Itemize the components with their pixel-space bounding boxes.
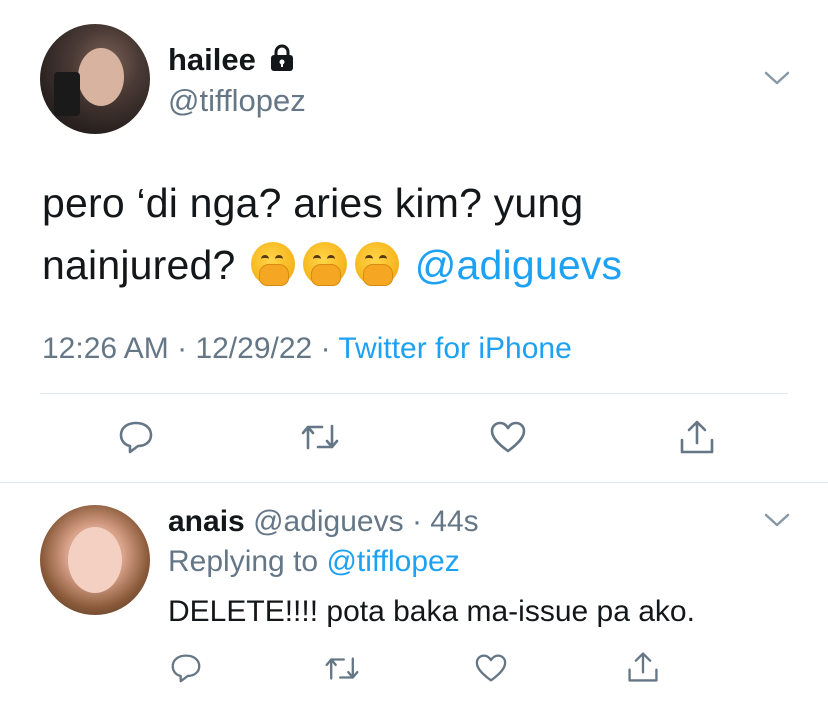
replying-to-link[interactable]: @tifflopez (326, 545, 459, 578)
tweet-source-link[interactable]: Twitter for iPhone (338, 332, 571, 365)
face-with-hand-over-mouth-icon (251, 242, 296, 286)
like-icon[interactable] (489, 420, 527, 454)
author-name-text: hailee (168, 42, 256, 77)
like-icon[interactable] (474, 653, 508, 683)
author-name[interactable]: hailee (168, 42, 295, 78)
avatar-face (68, 527, 122, 593)
tweet-date: 12/29/22 (195, 332, 313, 365)
reply-author-handle[interactable]: @adiguevs (253, 505, 404, 538)
face-with-hand-over-mouth-icon (303, 242, 348, 286)
reply-icon[interactable] (170, 653, 202, 683)
reply-icon[interactable] (118, 420, 154, 454)
chevron-down-icon[interactable] (764, 70, 790, 86)
tweet-meta: 12:26 AM · 12/29/22 · Twitter for iPhone (42, 332, 572, 366)
chevron-down-icon[interactable] (764, 512, 790, 528)
face-with-hand-over-mouth-icon (355, 242, 400, 286)
tweet-time: 12:26 AM (42, 332, 169, 365)
replying-to-label: Replying to (168, 545, 319, 578)
avatar-phone (54, 72, 80, 116)
share-icon[interactable] (626, 650, 660, 684)
lock-icon (269, 44, 295, 72)
reply-text: DELETE!!!! pota baka ma-issue pa ako. (168, 595, 695, 628)
share-icon[interactable] (678, 418, 716, 456)
retweet-icon[interactable] (324, 655, 360, 682)
mention-link[interactable]: @adiguevs (415, 242, 623, 288)
meta-separator: · (320, 332, 339, 365)
author-handle[interactable]: @tifflopez (168, 83, 306, 119)
divider (40, 393, 788, 394)
reply-author-name[interactable]: anais (168, 505, 245, 538)
section-divider (0, 482, 828, 483)
retweet-icon[interactable] (300, 422, 340, 452)
reply-age[interactable]: 44s (430, 505, 478, 538)
tweet-text-line2-prefix: nainjured? (42, 242, 236, 288)
reply-separator: · (403, 505, 431, 538)
meta-separator: · (177, 332, 196, 365)
tweet-text-line2: nainjured? @adiguevs (42, 234, 782, 296)
reply-author-avatar[interactable] (40, 505, 150, 615)
tweet-text: pero ‘di nga? aries kim? yung nainjured?… (42, 172, 782, 296)
avatar-face (78, 48, 124, 106)
tweet-text-line1: pero ‘di nga? aries kim? yung (42, 180, 584, 226)
author-avatar[interactable] (40, 24, 150, 134)
reply-header: anais @adiguevs · 44s (168, 505, 479, 539)
replying-to: Replying to @tifflopez (168, 545, 460, 579)
